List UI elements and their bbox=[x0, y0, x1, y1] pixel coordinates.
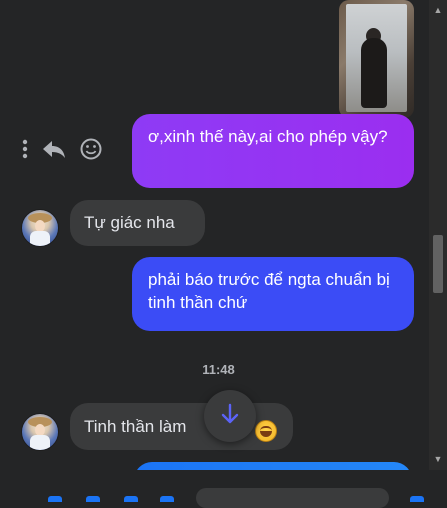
composer-icon[interactable] bbox=[124, 496, 138, 502]
shared-photo[interactable] bbox=[339, 0, 414, 118]
composer-icon[interactable] bbox=[160, 496, 174, 502]
avatar-body bbox=[30, 231, 50, 246]
incoming-message[interactable]: Tự giác nha bbox=[70, 200, 205, 246]
composer-icon[interactable] bbox=[48, 496, 62, 502]
scrollbar-thumb[interactable] bbox=[433, 235, 443, 293]
scroll-up-arrow-icon[interactable]: ▲ bbox=[429, 2, 447, 18]
message-text: phải báo trước để ngta chuẩn bị tinh thầ… bbox=[148, 270, 390, 312]
scrollbar[interactable]: ▲ ▼ bbox=[429, 0, 447, 470]
chat-thread: ơ,xinh thế này,ai cho phép vậy? Tự giác … bbox=[0, 0, 430, 470]
composer-icon[interactable] bbox=[86, 496, 100, 502]
grinning-sweat-emoji-icon bbox=[255, 420, 277, 442]
outgoing-message[interactable]: phải báo trước để ngta chuẩn bị tinh thầ… bbox=[132, 257, 414, 331]
arrow-down-icon bbox=[220, 403, 240, 430]
scroll-down-arrow-icon[interactable]: ▼ bbox=[429, 451, 447, 467]
composer-bar bbox=[0, 470, 447, 508]
message-input[interactable] bbox=[196, 488, 389, 508]
message-actions bbox=[22, 138, 102, 160]
avatar[interactable] bbox=[21, 209, 59, 247]
more-options-icon[interactable] bbox=[22, 139, 28, 159]
smiley-icon[interactable] bbox=[80, 138, 102, 160]
message-text: Tinh thần làm bbox=[84, 417, 187, 436]
photo-figure bbox=[361, 38, 387, 108]
outgoing-message-partial[interactable] bbox=[134, 462, 412, 470]
outgoing-message[interactable]: ơ,xinh thế này,ai cho phép vậy? bbox=[132, 114, 414, 188]
scroll-to-bottom-button[interactable] bbox=[204, 390, 256, 442]
reply-icon[interactable] bbox=[42, 139, 66, 159]
composer-icon[interactable] bbox=[410, 496, 424, 502]
message-timestamp: 11:48 bbox=[202, 362, 235, 377]
message-text: Tự giác nha bbox=[84, 213, 175, 232]
avatar[interactable] bbox=[21, 413, 59, 451]
avatar-body bbox=[30, 435, 50, 450]
message-text: ơ,xinh thế này,ai cho phép vậy? bbox=[148, 127, 388, 146]
